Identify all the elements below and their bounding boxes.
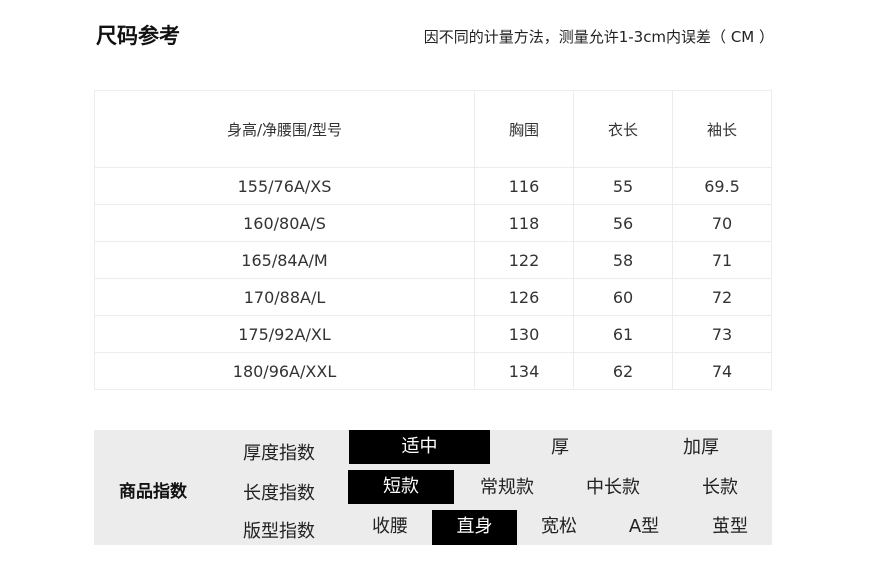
thickness-option: 加厚 (683, 437, 719, 458)
length-cell: 56 (573, 204, 673, 242)
col-header-chest: 胸围 (474, 90, 574, 168)
length-option: 短款 (348, 470, 454, 504)
fit-option: 宽松 (541, 516, 577, 537)
fit-option: 收腰 (372, 516, 408, 537)
fit-option: 直身 (432, 510, 517, 545)
product-index-panel: 商品指数 厚度指数 适中 厚 加厚 长度指数 短款 常规款 中长款 长款 版型指… (94, 430, 772, 545)
sleeve-cell: 74 (672, 352, 772, 390)
size-table-header: 身高/净腰围/型号 胸围 衣长 袖长 (94, 90, 772, 168)
chest-cell: 130 (474, 315, 574, 353)
thickness-option: 厚 (551, 437, 569, 458)
size-cell: 155/76A/XS (94, 167, 475, 205)
length-cell: 55 (573, 167, 673, 205)
fit-option: 茧型 (712, 516, 748, 537)
product-index-label: 商品指数 (119, 482, 187, 502)
sleeve-cell: 71 (672, 241, 772, 279)
length-option: 常规款 (480, 477, 534, 498)
measurement-note: 因不同的计量方法，测量允许1-3cm内误差（ CM ） (423, 28, 774, 46)
length-cell: 60 (573, 278, 673, 316)
table-row: 165/84A/M 122 58 71 (94, 241, 772, 279)
col-header-size: 身高/净腰围/型号 (94, 90, 475, 168)
length-cell: 58 (573, 241, 673, 279)
length-option: 长款 (702, 477, 738, 498)
sleeve-cell: 69.5 (672, 167, 772, 205)
length-option: 中长款 (586, 477, 640, 498)
fit-option: A型 (628, 516, 660, 537)
chest-cell: 126 (474, 278, 574, 316)
length-cell: 62 (573, 352, 673, 390)
table-row: 175/92A/XL 130 61 73 (94, 315, 772, 353)
size-table: 身高/净腰围/型号 胸围 衣长 袖长 155/76A/XS 116 55 69.… (94, 90, 772, 390)
size-cell: 180/96A/XXL (94, 352, 475, 390)
table-row: 180/96A/XXL 134 62 74 (94, 352, 772, 390)
size-cell: 160/80A/S (94, 204, 475, 242)
size-cell: 165/84A/M (94, 241, 475, 279)
fit-index-label: 版型指数 (243, 521, 315, 542)
chest-cell: 134 (474, 352, 574, 390)
length-cell: 61 (573, 315, 673, 353)
chest-cell: 118 (474, 204, 574, 242)
table-row: 155/76A/XS 116 55 69.5 (94, 167, 772, 205)
thickness-option: 适中 (349, 430, 490, 464)
sleeve-cell: 72 (672, 278, 772, 316)
size-cell: 170/88A/L (94, 278, 475, 316)
col-header-length: 衣长 (573, 90, 673, 168)
table-row: 170/88A/L 126 60 72 (94, 278, 772, 316)
sleeve-cell: 70 (672, 204, 772, 242)
sleeve-cell: 73 (672, 315, 772, 353)
col-header-sleeve: 袖长 (672, 90, 772, 168)
size-cell: 175/92A/XL (94, 315, 475, 353)
chest-cell: 122 (474, 241, 574, 279)
thickness-index-label: 厚度指数 (243, 443, 315, 464)
table-row: 160/80A/S 118 56 70 (94, 204, 772, 242)
chest-cell: 116 (474, 167, 574, 205)
length-index-label: 长度指数 (243, 483, 315, 504)
page-title: 尺码参考 (96, 24, 180, 48)
